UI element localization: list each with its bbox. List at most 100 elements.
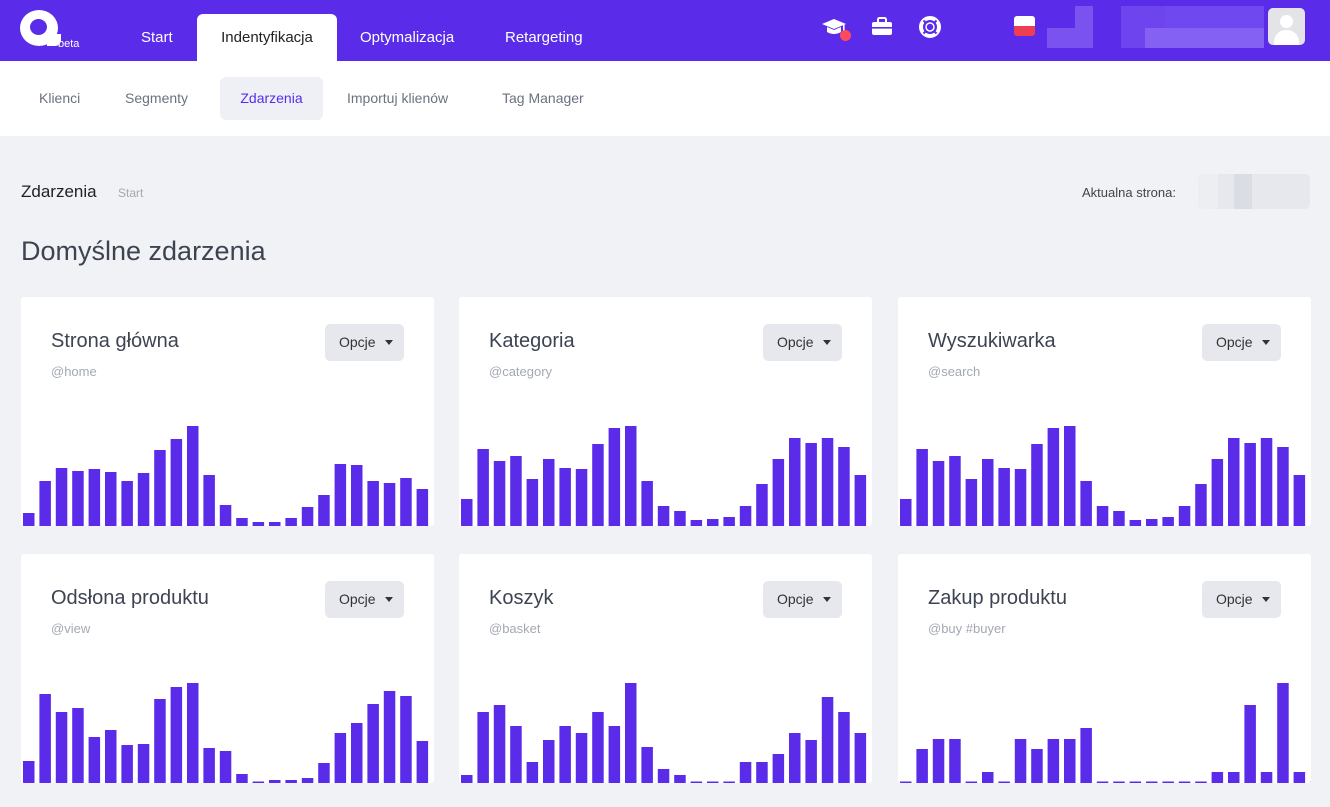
event-card-tag: @basket <box>489 621 541 636</box>
chart-bar <box>121 745 133 783</box>
chart-bar <box>608 428 621 526</box>
chart-bar <box>1277 683 1289 783</box>
chart-bar <box>821 697 834 783</box>
sub-tab-segmenty[interactable]: Segmenty <box>108 77 205 120</box>
options-dropdown-button[interactable]: Opcje <box>763 324 842 361</box>
main-tab-optymalizacja[interactable]: Optymalizacja <box>340 14 474 61</box>
sub-tab-zdarzenia[interactable]: Zdarzenia <box>220 77 323 120</box>
caret-down-icon <box>1262 340 1270 345</box>
chart-bar <box>1146 781 1158 783</box>
chart-bar <box>510 456 522 526</box>
chart-bar <box>674 511 686 526</box>
sub-tab-importuj-klientow[interactable]: Importuj klienów <box>330 77 465 120</box>
app-logo[interactable]: beta <box>20 10 82 52</box>
current-page-select[interactable] <box>1198 174 1310 209</box>
chart-bar <box>252 522 265 526</box>
chart-bar <box>203 475 215 526</box>
chart-bar <box>723 781 735 783</box>
event-bar-chart <box>900 683 1311 783</box>
chart-bar <box>269 780 281 783</box>
chart-bar <box>367 704 379 783</box>
chart-bar <box>318 763 330 783</box>
user-avatar[interactable] <box>1268 8 1305 45</box>
chart-bar <box>854 733 867 783</box>
options-dropdown-button[interactable]: Opcje <box>325 324 404 361</box>
chart-bar <box>789 733 801 783</box>
chart-bar <box>1113 511 1125 526</box>
chart-bar <box>1113 781 1125 783</box>
chart-bar <box>493 461 506 526</box>
chart-bar <box>461 775 473 783</box>
chart-bar <box>477 712 489 783</box>
chart-bar <box>949 456 961 526</box>
chart-bar <box>461 499 473 526</box>
chart-bar <box>121 481 133 526</box>
event-bar-chart <box>23 683 429 783</box>
graduation-cap-icon[interactable] <box>821 14 851 41</box>
chart-bar <box>416 489 429 526</box>
options-dropdown-button[interactable]: Opcje <box>325 581 404 618</box>
chart-bar <box>543 740 555 783</box>
chart-bar <box>1047 428 1060 526</box>
sub-tab-tag-manager[interactable]: Tag Manager <box>485 77 601 120</box>
top-navigation-bar: beta Start Indentyfikacja Optymalizacja … <box>0 0 1330 61</box>
chart-bar <box>723 517 735 526</box>
chart-bar <box>1047 739 1060 783</box>
event-card-tag: @home <box>51 364 97 379</box>
options-dropdown-button[interactable]: Opcje <box>1202 324 1281 361</box>
chart-bar <box>608 726 621 783</box>
event-card-tag: @buy #buyer <box>928 621 1006 636</box>
main-tab-start[interactable]: Start <box>121 14 193 61</box>
chart-bar <box>641 481 653 526</box>
chart-bar <box>1244 443 1256 526</box>
chart-bar <box>789 438 801 526</box>
notification-badge <box>840 30 851 41</box>
chart-bar <box>187 683 199 783</box>
chart-bar <box>105 472 117 526</box>
chart-bar <box>1129 781 1142 783</box>
lifebuoy-icon[interactable] <box>917 14 943 40</box>
chart-bar <box>900 781 912 783</box>
main-tab-identyfikacja[interactable]: Indentyfikacja <box>197 14 337 61</box>
options-button-label: Opcje <box>339 591 376 607</box>
chart-bar <box>932 739 945 783</box>
event-card-home: Strona główna @home Opcje <box>21 297 434 526</box>
breadcrumb[interactable]: Start <box>118 186 143 200</box>
chart-bar <box>318 495 330 526</box>
chart-bar <box>1162 781 1174 783</box>
chart-bar <box>510 726 522 783</box>
sub-tab-klienci[interactable]: Klienci <box>22 77 97 120</box>
chart-bar <box>1195 781 1207 783</box>
chart-bar <box>301 778 314 783</box>
logo-beta-label: beta <box>58 38 80 50</box>
chart-bar <box>383 691 396 783</box>
chart-bar <box>1178 781 1191 783</box>
briefcase-icon[interactable] <box>869 14 895 40</box>
chart-bar <box>219 505 232 526</box>
event-card-title: Wyszukiwarka <box>928 330 1056 352</box>
chart-bar <box>236 518 248 526</box>
main-tab-retargeting[interactable]: Retargeting <box>485 14 603 61</box>
chart-bar <box>154 699 166 783</box>
chart-bar <box>383 483 396 526</box>
chart-bar <box>137 744 150 783</box>
chart-bar <box>1096 781 1109 783</box>
event-card-basket: Koszyk @basket Opcje <box>459 554 872 783</box>
caret-down-icon <box>823 340 831 345</box>
options-dropdown-button[interactable]: Opcje <box>763 581 842 618</box>
chart-bar <box>949 739 961 783</box>
language-flag-pl[interactable] <box>1014 16 1035 36</box>
chart-bar <box>657 769 670 783</box>
chart-bar <box>334 733 347 783</box>
event-bar-chart <box>23 426 429 526</box>
redacted-account-info <box>1165 6 1264 28</box>
event-card-title: Odsłona produktu <box>51 587 209 609</box>
chart-bar <box>965 479 978 526</box>
options-dropdown-button[interactable]: Opcje <box>1202 581 1281 618</box>
chart-bar <box>559 468 571 526</box>
caret-down-icon <box>385 597 393 602</box>
chart-bar <box>625 426 637 526</box>
chart-bar <box>739 506 752 526</box>
event-card-buy: Zakup produktu @buy #buyer Opcje <box>898 554 1311 783</box>
chart-bar <box>285 518 297 526</box>
